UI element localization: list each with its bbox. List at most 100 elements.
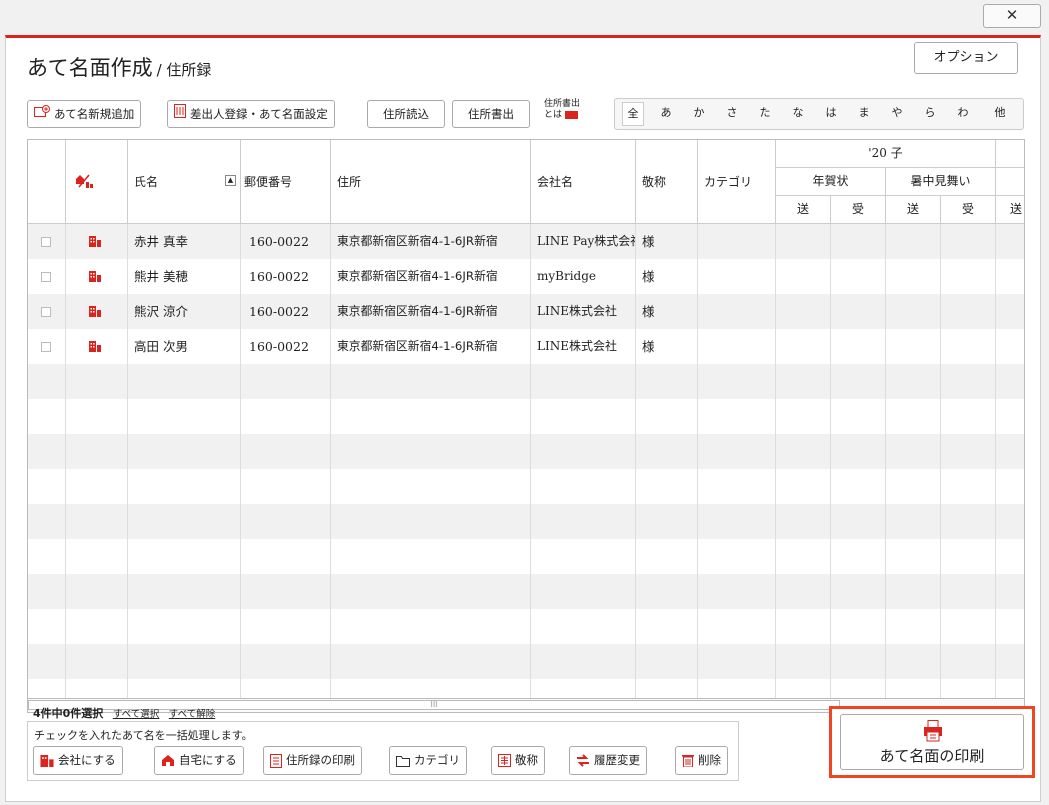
header-zip[interactable]: 郵便番号 <box>241 140 331 224</box>
company-icon <box>89 306 101 317</box>
header-name-label: 氏名 <box>134 175 159 189</box>
category-button[interactable]: カテゴリ <box>389 746 467 775</box>
page-title: あて名面作成 / 住所録 <box>27 52 211 82</box>
row-address: 東京都新宿区新宿4-1-6JR新宿 <box>331 259 531 294</box>
kana-filter-ka[interactable]: か <box>688 102 710 126</box>
deselect-all-link[interactable]: すべて解除 <box>169 709 215 720</box>
row-honorific: 様 <box>636 329 698 364</box>
kana-filter-ra[interactable]: ら <box>919 102 941 126</box>
table-row[interactable]: 熊井 美穂 160-0022 東京都新宿区新宿4-1-6JR新宿 myBridg… <box>28 259 1024 294</box>
kana-filter-na[interactable]: な <box>787 102 809 126</box>
header-category[interactable]: カテゴリ <box>698 140 776 224</box>
row-address: 東京都新宿区新宿4-1-6JR新宿 <box>331 224 531 259</box>
table-row[interactable]: 赤井 真幸 160-0022 東京都新宿区新宿4-1-6JR新宿 LINE Pa… <box>28 224 1024 259</box>
set-company-label: 会社にする <box>58 753 116 767</box>
empty-row <box>28 469 1024 504</box>
export-address-button[interactable]: 住所書出 <box>452 100 530 128</box>
table-row[interactable]: 熊沢 涼介 160-0022 東京都新宿区新宿4-1-6JR新宿 LINE株式会… <box>28 294 1024 329</box>
print-highlight-frame: あて名面の印刷 <box>829 706 1035 778</box>
kana-filter-ha[interactable]: は <box>820 102 842 126</box>
header-address[interactable]: 住所 <box>331 140 531 224</box>
kana-filter-all[interactable]: 全 <box>622 102 644 126</box>
category-label: カテゴリ <box>414 753 460 767</box>
row-zip: 160-0022 <box>241 224 331 259</box>
company-icon <box>89 271 101 282</box>
sender-settings-button[interactable]: 差出人登録・あて名面設定 <box>167 100 335 128</box>
header-honorific[interactable]: 敬称 <box>636 140 698 224</box>
kana-filter-other[interactable]: 他 <box>989 102 1011 126</box>
empty-row <box>28 399 1024 434</box>
kana-filter-sa[interactable]: さ <box>721 102 743 126</box>
row-company: LINE株式会社 <box>531 294 636 329</box>
empty-row <box>28 644 1024 679</box>
header-next-send: 送 <box>996 196 1024 224</box>
info-flag-icon <box>565 110 579 119</box>
row-name: 熊井 美穂 <box>128 259 241 294</box>
page-title-main: あて名面作成 <box>27 56 153 80</box>
change-history-button[interactable]: 履歴変更 <box>569 746 647 775</box>
sort-icon[interactable]: ▲ <box>225 175 236 186</box>
header-shochu-send: 送 <box>886 196 941 224</box>
kana-filter-ya[interactable]: や <box>886 102 908 126</box>
header-shochu: 暑中見舞い <box>886 168 996 196</box>
table-row[interactable]: 高田 次男 160-0022 東京都新宿区新宿4-1-6JR新宿 LINE株式会… <box>28 329 1024 364</box>
row-zip: 160-0022 <box>241 329 331 364</box>
empty-row <box>28 539 1024 574</box>
row-checkbox[interactable] <box>41 307 51 317</box>
options-button[interactable]: オプション <box>914 42 1018 74</box>
trash-icon <box>682 755 694 767</box>
row-checkbox[interactable] <box>41 237 51 247</box>
row-zip: 160-0022 <box>241 259 331 294</box>
set-home-label: 自宅にする <box>179 753 237 767</box>
printer-icon <box>923 720 943 745</box>
row-checkbox[interactable] <box>41 342 51 352</box>
set-home-button[interactable]: 自宅にする <box>154 746 244 775</box>
list-icon <box>270 753 282 768</box>
empty-row <box>28 679 1024 698</box>
header-nenga-recv: 受 <box>831 196 886 224</box>
header-nenga: 年賀状 <box>776 168 886 196</box>
close-button[interactable]: ✕ <box>983 4 1041 28</box>
row-company: LINE Pay株式会社 <box>531 224 636 259</box>
import-address-button[interactable]: 住所読込 <box>367 100 445 128</box>
company-home-toggle-icon <box>74 173 94 192</box>
home-icon <box>162 755 174 766</box>
kana-filter-a[interactable]: あ <box>655 102 677 126</box>
select-all-link[interactable]: すべて選択 <box>113 709 159 720</box>
export-info-link[interactable]: 住所書出 とは <box>544 99 580 121</box>
print-address-list-button[interactable]: 住所録の印刷 <box>263 746 362 775</box>
app-window: ✕ あて名面作成 / 住所録 オプション あて名新規追加 差出人登録・あて名面設定… <box>0 0 1049 805</box>
main-panel: あて名面作成 / 住所録 オプション あて名新規追加 差出人登録・あて名面設定 住… <box>5 35 1041 802</box>
row-company: myBridge <box>531 259 636 294</box>
header-checkbox-col <box>28 140 66 224</box>
selection-info: 4件中0件選択 すべて選択 すべて解除 <box>33 705 215 721</box>
header-next-group <box>996 168 1024 196</box>
print-address-list-label: 住所録の印刷 <box>286 753 355 767</box>
delete-button[interactable]: 削除 <box>675 746 728 775</box>
header-honorific-label: 敬称 <box>642 175 667 189</box>
add-address-button[interactable]: あて名新規追加 <box>27 100 142 128</box>
row-checkbox[interactable] <box>41 272 51 282</box>
bulk-description: チェックを入れたあて名を一括処理します。 <box>34 729 253 742</box>
company-icon <box>89 341 101 352</box>
header-shochu-recv: 受 <box>941 196 996 224</box>
header-name[interactable]: 氏名 ▲ <box>128 140 241 224</box>
export-info-line1: 住所書出 <box>544 99 581 109</box>
address-table: 氏名 ▲ 郵便番号 住所 会社名 敬称 カテゴリ '20 子 年賀状 暑中見舞い <box>27 139 1025 699</box>
row-name: 高田 次男 <box>128 329 241 364</box>
header-type-toggle[interactable] <box>66 140 128 224</box>
empty-row <box>28 364 1024 399</box>
kana-filter-ma[interactable]: ま <box>853 102 875 126</box>
kana-filter-wa[interactable]: わ <box>952 102 974 126</box>
header-category-label: カテゴリ <box>704 175 753 189</box>
set-company-button[interactable]: 会社にする <box>33 746 123 775</box>
honorific-button[interactable]: 敬称 <box>491 746 545 775</box>
print-address-side-button[interactable]: あて名面の印刷 <box>840 714 1024 770</box>
delete-label: 削除 <box>698 753 721 767</box>
honorific-icon <box>498 754 511 767</box>
row-name: 熊沢 涼介 <box>128 294 241 329</box>
add-address-label: あて名新規追加 <box>54 107 135 121</box>
kana-filter-ta[interactable]: た <box>754 102 776 126</box>
header-company[interactable]: 会社名 <box>531 140 636 224</box>
header-zip-label: 郵便番号 <box>244 175 293 189</box>
